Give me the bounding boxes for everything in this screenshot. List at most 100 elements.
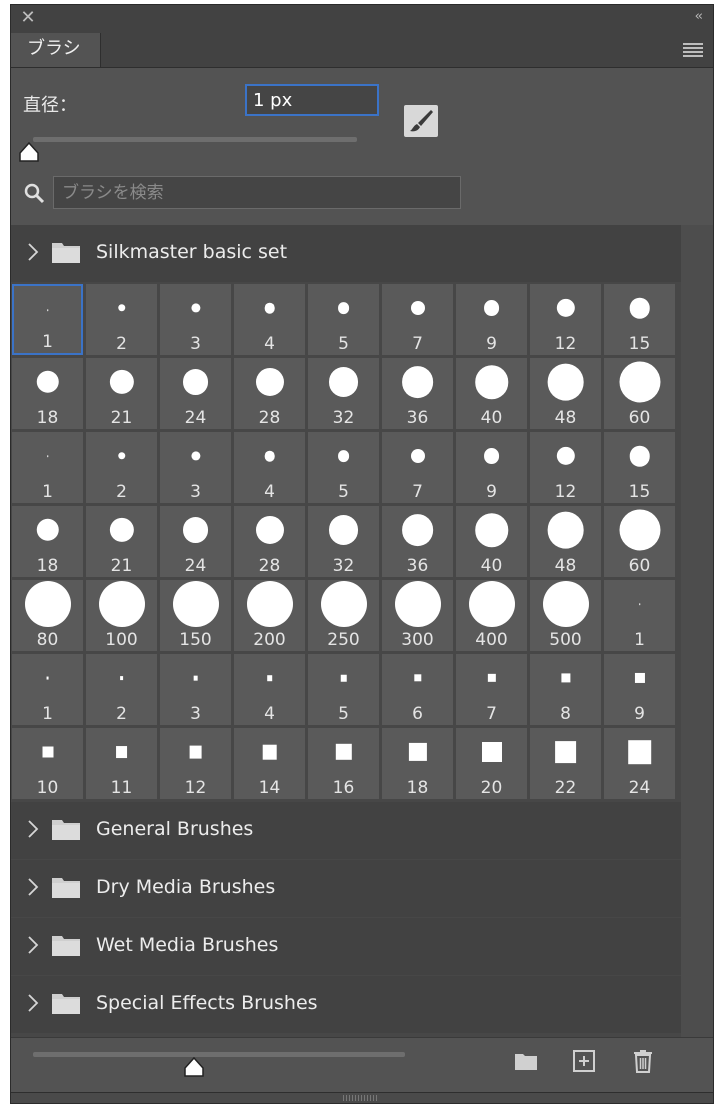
size-slider-thumb[interactable] bbox=[18, 141, 40, 163]
brush-preset-cell[interactable]: 11 bbox=[86, 728, 157, 799]
brush-preset-cell[interactable]: 3 bbox=[160, 432, 231, 503]
chevron-right-icon[interactable] bbox=[27, 242, 39, 262]
brush-preset-cell[interactable]: 32 bbox=[308, 358, 379, 429]
brush-group-header[interactable]: Special Effects Brushes bbox=[11, 976, 681, 1033]
trash-icon[interactable] bbox=[630, 1048, 656, 1074]
close-icon[interactable]: ✕ bbox=[19, 9, 37, 27]
brush-pose-icon[interactable] bbox=[404, 105, 438, 137]
hamburger-menu-icon[interactable] bbox=[683, 43, 703, 57]
brush-preset-cell[interactable]: 10 bbox=[12, 728, 83, 799]
brush-preset-cell[interactable]: 8 bbox=[530, 654, 601, 725]
collapse-panel-icon[interactable]: ‹‹ bbox=[695, 9, 704, 24]
brush-preset-cell[interactable]: 16 bbox=[308, 728, 379, 799]
brush-preset-cell[interactable]: 7 bbox=[382, 284, 453, 355]
brush-preset-cell[interactable]: 60 bbox=[604, 358, 675, 429]
brush-preset-cell[interactable]: 5 bbox=[308, 432, 379, 503]
brush-preset-cell[interactable]: 3 bbox=[160, 284, 231, 355]
brush-preset-cell[interactable]: 5 bbox=[308, 284, 379, 355]
brush-group-header[interactable]: Wet Media Brushes bbox=[11, 918, 681, 975]
brush-preset-cell[interactable]: 24 bbox=[160, 506, 231, 577]
brush-preset-cell[interactable]: 28 bbox=[234, 506, 305, 577]
brush-preset-cell[interactable]: 28 bbox=[234, 358, 305, 429]
brush-preset-cell[interactable]: 12 bbox=[530, 432, 601, 503]
brush-preset-cell[interactable]: 3 bbox=[160, 654, 231, 725]
brush-preset-cell[interactable]: 2 bbox=[86, 654, 157, 725]
brush-preset-cell[interactable]: 9 bbox=[456, 284, 527, 355]
panel-resize-handle[interactable] bbox=[11, 1092, 713, 1103]
brush-size-label: 28 bbox=[258, 556, 281, 576]
size-input[interactable] bbox=[245, 84, 379, 116]
brush-preset-cell[interactable]: 150 bbox=[160, 580, 231, 651]
brush-preset-cell[interactable]: 12 bbox=[530, 284, 601, 355]
brush-preset-cell[interactable]: 1 bbox=[12, 284, 83, 355]
brush-preset-cell[interactable]: 200 bbox=[234, 580, 305, 651]
brush-preset-cell[interactable]: 1 bbox=[604, 580, 675, 651]
brush-preset-cell[interactable]: 36 bbox=[382, 506, 453, 577]
round-brush-tip bbox=[629, 445, 650, 467]
round-brush-tip bbox=[255, 515, 284, 545]
brush-preset-cell[interactable]: 22 bbox=[530, 728, 601, 799]
brush-preset-cell[interactable]: 300 bbox=[382, 580, 453, 651]
brush-group-header[interactable]: Silkmaster basic set bbox=[11, 225, 681, 282]
brush-preset-cell[interactable]: 80 bbox=[12, 580, 83, 651]
brush-preset-cell[interactable]: 60 bbox=[604, 506, 675, 577]
brush-preset-cell[interactable]: 4 bbox=[234, 284, 305, 355]
size-slider-track[interactable] bbox=[33, 137, 357, 142]
brush-preset-cell[interactable]: 1 bbox=[12, 654, 83, 725]
scrollbar[interactable] bbox=[681, 225, 713, 1037]
brush-preset-cell[interactable]: 250 bbox=[308, 580, 379, 651]
chevron-right-icon[interactable] bbox=[27, 877, 39, 897]
search-input[interactable] bbox=[53, 176, 461, 209]
brush-preset-cell[interactable]: 24 bbox=[160, 358, 231, 429]
square-brush-tip bbox=[189, 745, 202, 759]
brush-preset-cell[interactable]: 21 bbox=[86, 506, 157, 577]
brush-preset-cell[interactable]: 14 bbox=[234, 728, 305, 799]
brush-preset-cell[interactable]: 21 bbox=[86, 358, 157, 429]
brush-preset-cell[interactable]: 5 bbox=[308, 654, 379, 725]
brush-preset-cell[interactable]: 6 bbox=[382, 654, 453, 725]
folder-icon[interactable] bbox=[513, 1048, 539, 1074]
brush-preset-cell[interactable]: 9 bbox=[604, 654, 675, 725]
brush-preset-cell[interactable]: 48 bbox=[530, 506, 601, 577]
grip-icon[interactable] bbox=[343, 1095, 379, 1101]
brush-preset-cell[interactable]: 9 bbox=[456, 432, 527, 503]
brush-preset-cell[interactable]: 400 bbox=[456, 580, 527, 651]
brush-group-header[interactable]: Dry Media Brushes bbox=[11, 860, 681, 917]
brush-preset-cell[interactable]: 18 bbox=[382, 728, 453, 799]
round-brush-tip bbox=[547, 511, 584, 549]
brush-preset-cell[interactable]: 4 bbox=[234, 654, 305, 725]
brush-preset-cell[interactable]: 15 bbox=[604, 432, 675, 503]
chevron-right-icon[interactable] bbox=[27, 935, 39, 955]
brush-preset-cell[interactable]: 48 bbox=[530, 358, 601, 429]
brush-preset-cell[interactable]: 1 bbox=[12, 432, 83, 503]
brush-preset-cell[interactable]: 40 bbox=[456, 506, 527, 577]
brush-preset-cell[interactable]: 7 bbox=[456, 654, 527, 725]
add-brush-icon[interactable] bbox=[571, 1048, 597, 1074]
brush-preset-cell[interactable]: 20 bbox=[456, 728, 527, 799]
round-brush-tip bbox=[483, 300, 500, 316]
brush-preset-cell[interactable]: 24 bbox=[604, 728, 675, 799]
brush-preset-cell[interactable]: 12 bbox=[160, 728, 231, 799]
brush-preset-cell[interactable]: 7 bbox=[382, 432, 453, 503]
brush-preset-cell[interactable]: 100 bbox=[86, 580, 157, 651]
brush-preset-cell[interactable]: 4 bbox=[234, 432, 305, 503]
brush-size-label: 3 bbox=[190, 482, 201, 502]
brush-preset-cell[interactable]: 18 bbox=[12, 506, 83, 577]
chevron-right-icon[interactable] bbox=[27, 993, 39, 1013]
brush-group-header[interactable]: General Brushes bbox=[11, 802, 681, 859]
brush-preset-cell[interactable]: 32 bbox=[308, 506, 379, 577]
brush-size-label: 28 bbox=[258, 408, 281, 428]
tab-brushes[interactable]: ブラシ bbox=[11, 33, 101, 67]
preview-size-slider-track[interactable] bbox=[33, 1052, 405, 1057]
preview-size-slider-thumb[interactable] bbox=[183, 1056, 205, 1078]
brush-preset-cell[interactable]: 2 bbox=[86, 432, 157, 503]
brush-preset-cell[interactable]: 500 bbox=[530, 580, 601, 651]
brush-preset-cell[interactable]: 36 bbox=[382, 358, 453, 429]
brush-size-label: 150 bbox=[179, 630, 212, 650]
brush-preset-cell[interactable]: 2 bbox=[86, 284, 157, 355]
brush-preset-cell[interactable]: 15 bbox=[604, 284, 675, 355]
brush-size-label: 10 bbox=[36, 778, 59, 798]
brush-preset-cell[interactable]: 18 bbox=[12, 358, 83, 429]
chevron-right-icon[interactable] bbox=[27, 819, 39, 839]
brush-preset-cell[interactable]: 40 bbox=[456, 358, 527, 429]
